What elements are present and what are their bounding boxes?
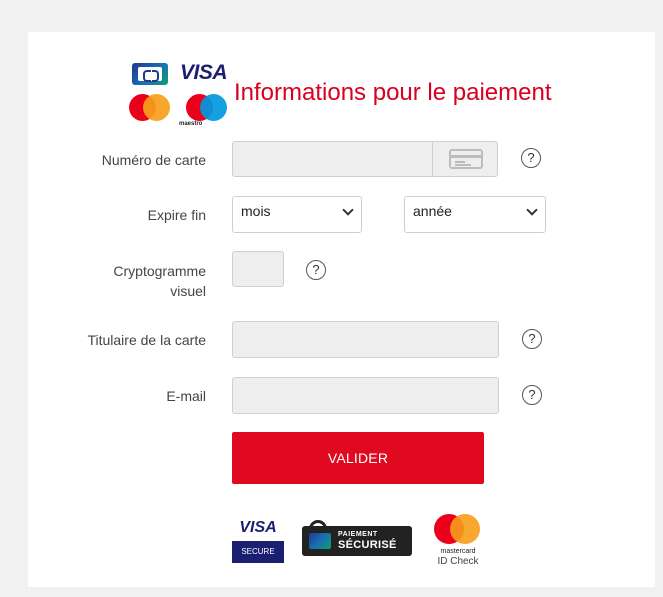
expiry-label: Expire fin: [147, 207, 206, 223]
secure-payment-line2: SÉCURISÉ: [338, 539, 397, 551]
payment-card: VISA maestro Informations pour le paieme…: [28, 32, 655, 587]
secure-payment-line1: PAIEMENT: [338, 531, 378, 538]
cvv-label-line1: Cryptogramme: [113, 263, 206, 279]
visa-secure-badge: VISA SECURE: [232, 517, 284, 565]
mastercard-sub: ID Check: [437, 556, 479, 567]
payment-logos: VISA maestro: [124, 58, 234, 130]
mastercard-name: mastercard: [440, 548, 476, 555]
mastercard-circle-icon: [450, 514, 480, 544]
page-title: Informations pour le paiement: [234, 79, 552, 106]
maestro-label: maestro: [179, 121, 203, 127]
expiry-month-value: mois: [241, 203, 271, 219]
credit-card-icon: [449, 149, 483, 169]
email-help-icon[interactable]: ?: [522, 385, 542, 405]
email-label: E-mail: [166, 388, 206, 404]
expiry-year-select[interactable]: année: [404, 196, 546, 233]
card-icon-box: [432, 142, 497, 176]
visa-logo: VISA: [180, 61, 228, 84]
secure-payment-badge: PAIEMENT SÉCURISÉ: [302, 520, 412, 556]
mastercard-logo-icon: [129, 94, 170, 122]
visa-secure-sub: SECURE: [232, 541, 284, 563]
email-input[interactable]: [232, 377, 499, 414]
chevron-down-icon: [526, 204, 538, 216]
expiry-year-value: année: [413, 203, 452, 219]
cb-logo-icon: [132, 63, 168, 85]
cvv-help-icon[interactable]: ?: [306, 260, 326, 280]
card-number-label: Numéro de carte: [101, 152, 206, 168]
submit-button[interactable]: VALIDER: [232, 432, 484, 484]
expiry-month-select[interactable]: mois: [232, 196, 362, 233]
cvv-label-line2: visuel: [170, 283, 206, 299]
cb-mini-icon: [309, 533, 331, 549]
cardholder-help-icon[interactable]: ?: [522, 329, 542, 349]
cardholder-input[interactable]: [232, 321, 499, 358]
cvv-label: Cryptogramme visuel: [113, 261, 206, 301]
card-number-help-icon[interactable]: ?: [521, 148, 541, 168]
cvv-input[interactable]: [232, 251, 284, 287]
cardholder-label: Titulaire de la carte: [87, 332, 206, 348]
visa-secure-brand: VISA: [239, 519, 277, 536]
maestro-logo-icon: [186, 94, 227, 122]
mastercard-id-check-badge: mastercard ID Check: [430, 514, 490, 572]
chevron-down-icon: [342, 204, 354, 216]
